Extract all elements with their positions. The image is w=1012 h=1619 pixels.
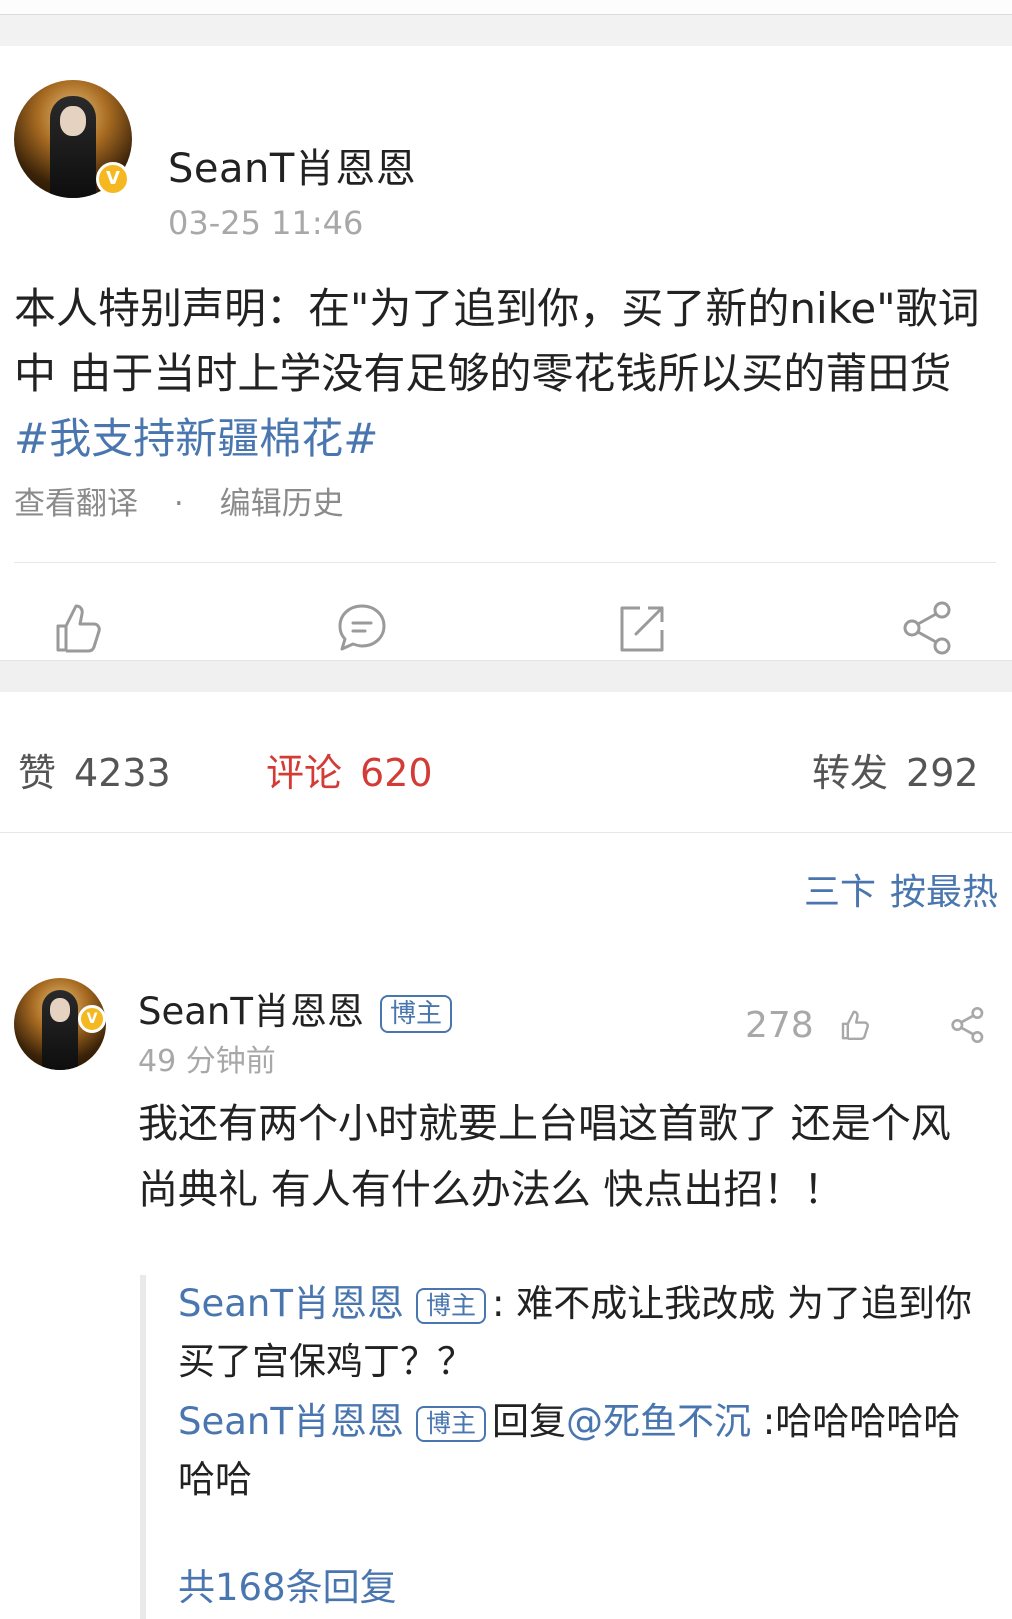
share-button[interactable] — [898, 598, 958, 658]
tab-likes[interactable]: 赞 4233 — [18, 742, 171, 797]
post-author-name[interactable]: SeanT肖恩恩 — [168, 136, 416, 194]
likes-count: 4233 — [74, 751, 171, 795]
reply-item: SeanT肖恩恩 博主: 难不成让我改成 为了追到你 买了宫保鸡丁？？ — [178, 1275, 996, 1391]
comment-like-count: 278 — [745, 1005, 814, 1046]
comment-author: SeanT肖恩恩 博主 — [138, 981, 452, 1035]
tab-reposts[interactable]: 转发 292 — [812, 742, 979, 797]
mention-link[interactable]: @死鱼不沉 — [566, 1400, 751, 1443]
comment-icon — [338, 604, 386, 651]
sort-label: 按最热 — [889, 872, 998, 913]
comments-count: 620 — [360, 751, 433, 795]
comment-button[interactable] — [332, 598, 392, 658]
blogger-tag: 博主 — [379, 994, 452, 1033]
tab-comments[interactable]: 评论 620 — [266, 742, 433, 797]
post-text-content: 本人特别声明：在"为了追到你，买了新的nike"歌词中 由于当时上学没有足够的零… — [14, 284, 980, 398]
reposts-label: 转发 — [812, 751, 889, 795]
sort-icon: 三卞 — [803, 872, 876, 913]
weibo-detail-page: V SeanT肖恩恩 03-25 11:46 本人特别声明：在"为了追到你，买了… — [0, 0, 1012, 1619]
like-button[interactable] — [48, 598, 108, 658]
section-separator — [0, 660, 1012, 693]
comments-label: 评论 — [266, 751, 343, 795]
comment-timestamp: 49 分钟前 — [138, 1044, 276, 1079]
stats-tabs: 赞 4233 评论 620 转发 292 — [0, 692, 1012, 833]
edit-history-link[interactable]: 编辑历史 — [220, 486, 344, 522]
post-text: 本人特别声明：在"为了追到你，买了新的nike"歌词中 由于当时上学没有足够的零… — [14, 276, 989, 471]
repost-button[interactable] — [612, 598, 672, 658]
comment-text: 我还有两个小时就要上台唱这首歌了 还是个风尚典礼 有人有什么办法么 快点出招！！ — [138, 1101, 951, 1213]
comments-section: 三卞 按最热 V SeanT肖恩恩 博主 49 分钟前 278 我还有两个小时就… — [0, 833, 1012, 1619]
top-spacer — [0, 0, 1012, 46]
comment-like-button[interactable]: 278 — [745, 1005, 873, 1046]
blogger-tag: 博主 — [415, 1287, 486, 1324]
verified-badge-icon: V — [78, 1005, 106, 1033]
top-strip — [0, 0, 1012, 15]
avatar-face — [60, 106, 86, 136]
comment-author-name[interactable]: SeanT肖恩恩 — [138, 990, 364, 1033]
reposts-count: 292 — [906, 751, 979, 795]
reply-thread[interactable]: SeanT肖恩恩 博主: 难不成让我改成 为了追到你 买了宫保鸡丁？？ SeanT… — [140, 1275, 1006, 1619]
blogger-tag: 博主 — [415, 1405, 486, 1442]
view-translation-link[interactable]: 查看翻译 — [14, 486, 138, 522]
comment-share-button[interactable] — [948, 1005, 988, 1049]
reply-author-name[interactable]: SeanT肖恩恩 — [178, 1282, 404, 1325]
reply-word: 回复 — [492, 1400, 566, 1443]
post-meta: 查看翻译 · 编辑历史 — [14, 478, 344, 523]
thumbs-up-icon — [841, 1010, 870, 1040]
verified-badge-icon: V — [96, 162, 130, 196]
repost-icon — [620, 606, 664, 652]
meta-separator: · — [173, 486, 184, 522]
reply-author-name[interactable]: SeanT肖恩恩 — [178, 1400, 404, 1443]
avatar-face — [50, 998, 70, 1022]
more-replies-link[interactable]: 共168条回复 — [178, 1557, 397, 1611]
reply-item: SeanT肖恩恩 博主 回复@死鱼不沉 :哈哈哈哈哈哈哈 — [178, 1393, 996, 1509]
likes-label: 赞 — [18, 751, 57, 795]
thumbs-up-icon — [56, 604, 101, 653]
share-icon — [903, 601, 951, 655]
post-timestamp: 03-25 11:46 — [168, 204, 364, 242]
post-card: V SeanT肖恩恩 03-25 11:46 本人特别声明：在"为了追到你，买了… — [0, 46, 1012, 660]
share-icon — [951, 1007, 984, 1043]
divider — [14, 562, 996, 563]
post-hashtag-link[interactable]: #我支持新疆棉花# — [14, 414, 378, 463]
sort-hot-button[interactable]: 三卞 按最热 — [804, 863, 998, 915]
